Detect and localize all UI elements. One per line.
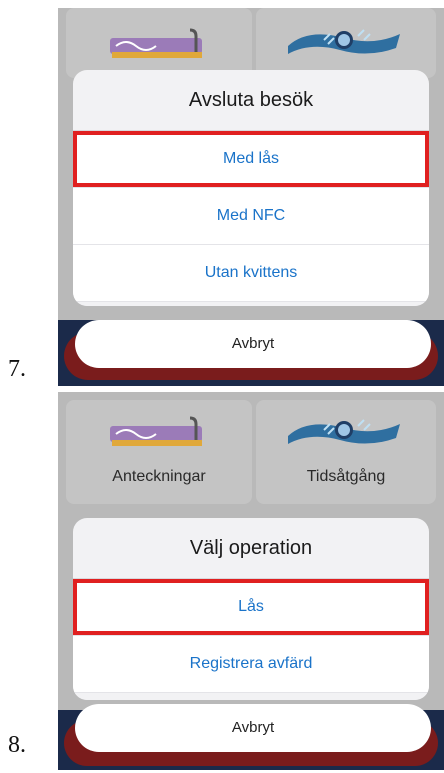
option-las[interactable]: Lås bbox=[73, 579, 429, 636]
clock-hands-icon bbox=[284, 412, 404, 452]
option-utan-kvittens[interactable]: Utan kvittens bbox=[73, 245, 429, 302]
action-sheet: Välj operation Lås Registrera avfärd bbox=[73, 518, 429, 700]
notes-tile[interactable]: Anteckningar bbox=[66, 400, 252, 504]
screenshot-panel: Avsluta besök Med lås Med NFC Utan kvitt… bbox=[58, 8, 444, 386]
option-med-las[interactable]: Med lås bbox=[73, 131, 429, 188]
sheet-spacer bbox=[73, 302, 429, 306]
time-tile-label: Tidsåtgång bbox=[306, 468, 386, 485]
step-number: 8. bbox=[8, 732, 26, 758]
action-sheet: Avsluta besök Med lås Med NFC Utan kvitt… bbox=[73, 70, 429, 306]
time-tile[interactable]: Tidsåtgång bbox=[256, 400, 436, 504]
step-number: 7. bbox=[8, 356, 26, 382]
pen-icon bbox=[104, 414, 214, 454]
notes-tile-label: Anteckningar bbox=[112, 468, 206, 485]
pen-icon bbox=[104, 26, 214, 66]
sheet-title: Välj operation bbox=[73, 518, 429, 579]
notes-tile[interactable] bbox=[66, 8, 252, 78]
cancel-button[interactable]: Avbryt bbox=[75, 320, 431, 368]
screenshot-panel: Anteckningar Tidsåtgång Välj operation L… bbox=[58, 392, 444, 770]
option-med-nfc[interactable]: Med NFC bbox=[73, 188, 429, 245]
option-registrera-avfard[interactable]: Registrera avfärd bbox=[73, 636, 429, 693]
sheet-title: Avsluta besök bbox=[73, 70, 429, 131]
sheet-spacer bbox=[73, 693, 429, 700]
cancel-button[interactable]: Avbryt bbox=[75, 704, 431, 752]
clock-hands-icon bbox=[284, 22, 404, 62]
time-tile[interactable] bbox=[256, 8, 436, 78]
